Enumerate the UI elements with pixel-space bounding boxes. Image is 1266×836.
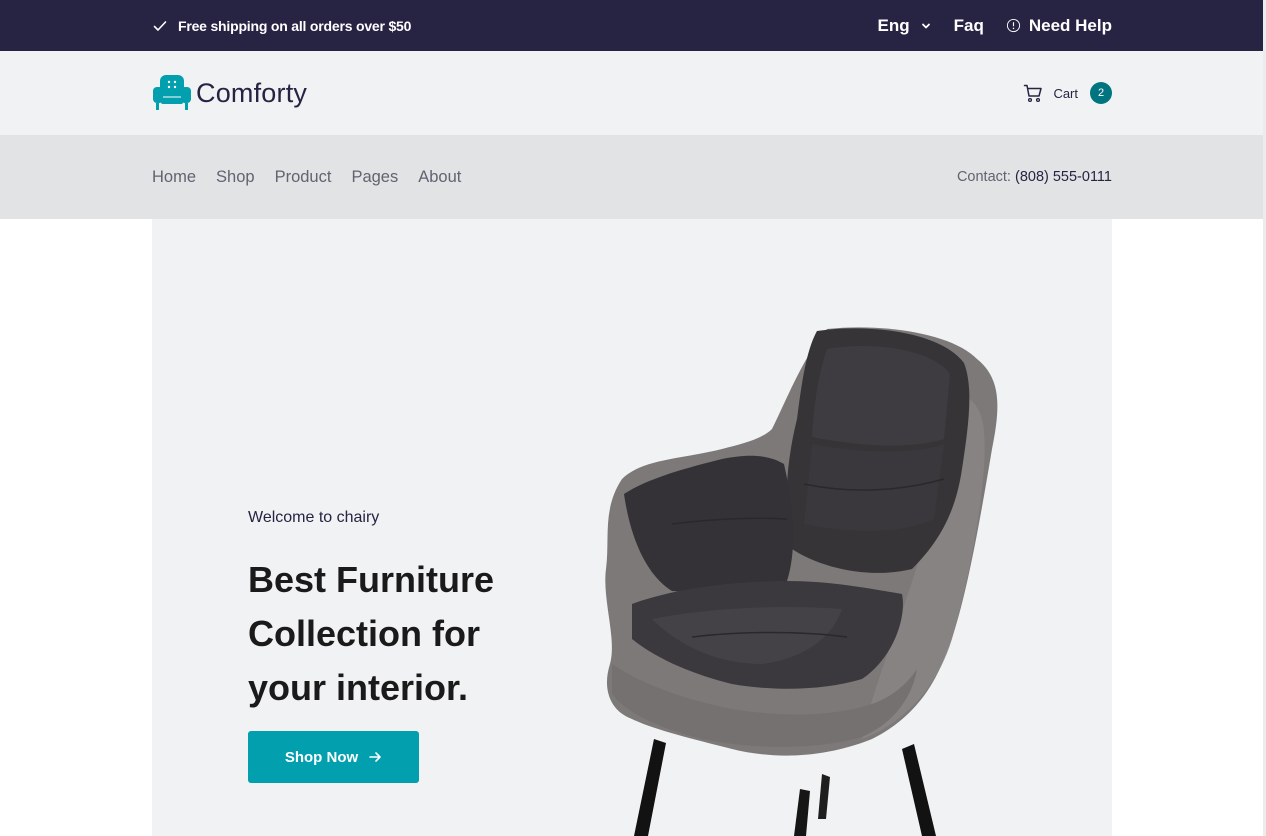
cart-count-badge: 2 (1090, 82, 1112, 104)
top-announcement-bar: Free shipping on all orders over $50 Eng… (0, 0, 1266, 51)
main-navigation: Home Shop Product Pages About Contact: (… (0, 135, 1266, 219)
info-icon (1006, 18, 1020, 33)
site-header: Comforty Cart 2 (0, 51, 1266, 135)
need-help-label: Need Help (1028, 15, 1112, 35)
header-inner: Comforty Cart 2 (152, 51, 1112, 135)
contact-label: Contact: (956, 169, 1011, 185)
language-selector[interactable]: Eng (878, 16, 932, 36)
chevron-down-icon (921, 23, 930, 28)
language-label: Eng (877, 15, 910, 35)
cart-label: Cart (1053, 85, 1078, 101)
nav-item-pages[interactable]: Pages (351, 168, 398, 187)
nav-item-shop[interactable]: Shop (216, 168, 255, 187)
shipping-text: Free shipping on all orders over $50 (178, 17, 412, 34)
nav-item-product[interactable]: Product (275, 168, 332, 187)
check-icon (153, 20, 167, 31)
need-help-link[interactable]: Need Help (1006, 16, 1112, 36)
shipping-notice: Free shipping on all orders over $50 (152, 18, 411, 34)
nav-item-about[interactable]: About (418, 168, 461, 187)
nav-links: Home Shop Product Pages About (152, 168, 461, 187)
nav-item-home[interactable]: Home (152, 168, 196, 187)
shop-now-button[interactable]: Shop Now (248, 731, 419, 783)
top-bar-actions: Eng Faq Need Help (878, 16, 1112, 36)
hero-headline: Best Furniture Collection for your inter… (248, 559, 495, 708)
sofa-logo-icon (153, 75, 191, 110)
contact-phone[interactable]: (808) 555-0111 (1015, 169, 1112, 185)
faq-link[interactable]: Faq (954, 16, 984, 36)
contact-info: Contact: (808) 555-0111 (957, 169, 1112, 185)
arrow-right-icon (369, 752, 381, 762)
hero-section: Welcome to chairy Best Furniture Collect… (152, 219, 1112, 836)
brand-name: Comforty (196, 77, 308, 108)
armchair-product-image (605, 327, 998, 836)
brand-logo[interactable]: Comforty (152, 73, 307, 113)
hero-welcome-text: Welcome to chairy (248, 509, 380, 526)
navigation-inner: Home Shop Product Pages About Contact: (… (152, 135, 1112, 219)
cart-icon (1024, 84, 1043, 103)
cart-button[interactable]: Cart 2 (1023, 82, 1112, 104)
shop-now-label: Shop Now (284, 748, 359, 766)
top-bar-inner: Free shipping on all orders over $50 Eng… (152, 0, 1112, 51)
